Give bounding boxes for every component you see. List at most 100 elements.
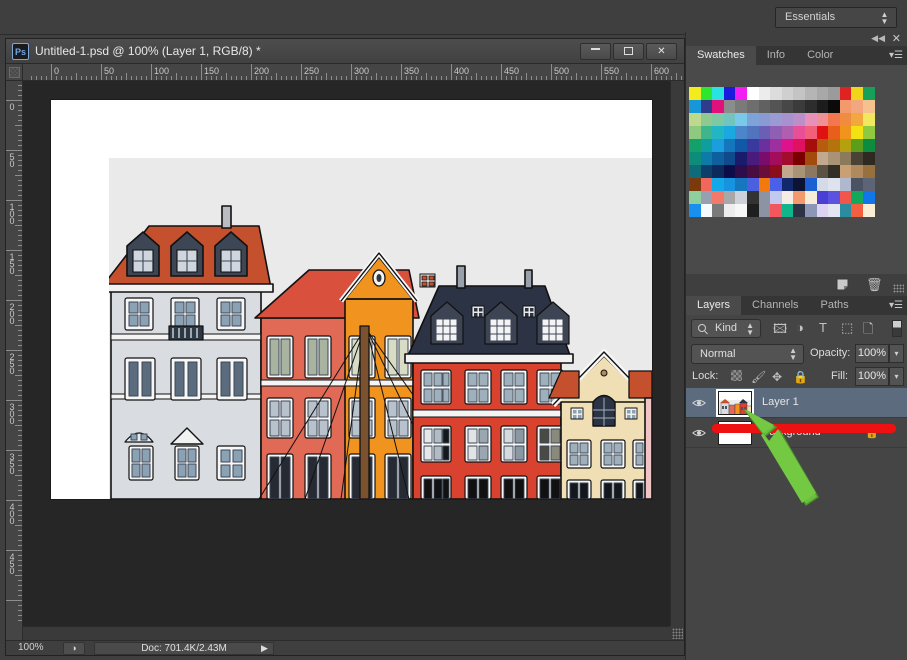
swatch[interactable] [793, 100, 805, 113]
tab-channels[interactable]: Channels [741, 296, 809, 315]
swatch[interactable] [839, 126, 852, 139]
swatch[interactable] [828, 152, 840, 165]
horizontal-ruler[interactable]: 0 50 100 150 200 250 300 350 400 450 500 550 600 [23, 64, 684, 81]
swatch[interactable] [770, 191, 782, 204]
swatch[interactable] [793, 152, 805, 165]
swatch[interactable] [735, 126, 747, 139]
swatch[interactable] [828, 165, 840, 178]
swatch[interactable] [804, 87, 817, 100]
swatch[interactable] [723, 152, 736, 165]
swatch[interactable] [712, 87, 724, 100]
swatch[interactable] [862, 113, 875, 126]
swatch[interactable] [828, 178, 840, 191]
swatch[interactable] [816, 165, 829, 178]
opacity-input[interactable]: 100% [855, 344, 889, 363]
swatch[interactable] [781, 178, 794, 191]
swatch[interactable] [793, 126, 805, 139]
tab-swatches[interactable]: Swatches [686, 46, 756, 65]
swatch[interactable] [735, 139, 747, 152]
opacity-dropdown-icon[interactable]: ▾ [889, 344, 904, 363]
swatch[interactable] [851, 165, 863, 178]
swatch[interactable] [828, 100, 840, 113]
swatch[interactable] [781, 139, 794, 152]
swatch[interactable] [700, 204, 713, 217]
swatch[interactable] [770, 139, 782, 152]
resize-grip[interactable] [670, 626, 684, 640]
swatch[interactable] [816, 139, 829, 152]
swatch[interactable] [851, 139, 863, 152]
swatch[interactable] [689, 191, 701, 204]
swatch[interactable] [723, 87, 736, 100]
shape-layer-icon[interactable]: ⬚ [841, 320, 853, 336]
swatch[interactable] [862, 178, 875, 191]
swatch[interactable] [700, 87, 713, 100]
maximize-button[interactable] [613, 43, 644, 60]
swatch[interactable] [781, 126, 794, 139]
swatch[interactable] [735, 204, 747, 217]
lock-transparency-icon[interactable] [731, 370, 742, 381]
document-info[interactable]: Doc: 701.4K/2.43M [94, 642, 274, 655]
swatch[interactable] [828, 191, 840, 204]
swatch[interactable] [839, 191, 852, 204]
swatch[interactable] [816, 204, 829, 217]
swatch[interactable] [758, 152, 771, 165]
horizontal-scrollbar[interactable] [23, 626, 670, 640]
swatch[interactable] [770, 100, 782, 113]
swatch[interactable] [712, 126, 724, 139]
swatch[interactable] [851, 191, 863, 204]
swatch[interactable] [758, 126, 771, 139]
swatch[interactable] [700, 191, 713, 204]
swatch[interactable] [804, 204, 817, 217]
swatch[interactable] [828, 113, 840, 126]
swatch[interactable] [828, 87, 840, 100]
swatch-grid[interactable] [689, 87, 876, 217]
lock-all-icon[interactable]: 🔒 [793, 370, 808, 384]
trash-icon[interactable]: 🗑 [866, 277, 883, 293]
swatch[interactable] [862, 87, 875, 100]
swatch[interactable] [758, 165, 771, 178]
swatch[interactable] [735, 178, 747, 191]
swatch[interactable] [770, 126, 782, 139]
swatch[interactable] [746, 152, 759, 165]
lock-image-icon[interactable]: 🖌 [751, 370, 766, 384]
swatch[interactable] [723, 178, 736, 191]
minimize-button[interactable] [580, 43, 611, 60]
swatch[interactable] [700, 178, 713, 191]
swatch[interactable] [689, 100, 701, 113]
swatch[interactable] [712, 100, 724, 113]
swatch[interactable] [793, 165, 805, 178]
document-info-expand-arrow[interactable]: ▶ [261, 643, 268, 654]
swatch[interactable] [758, 113, 771, 126]
swatch[interactable] [758, 87, 771, 100]
collapse-panels-icon[interactable]: ◀◀ [871, 33, 885, 44]
swatch[interactable] [700, 139, 713, 152]
vertical-ruler[interactable]: 0 50 100 150 200 250 300 350 400 450 [6, 81, 23, 655]
swatch[interactable] [700, 165, 713, 178]
swatch[interactable] [723, 204, 736, 217]
swatch[interactable] [804, 152, 817, 165]
filter-toggle-icon[interactable] [892, 320, 902, 337]
swatch[interactable] [689, 113, 701, 126]
canvas-viewport[interactable] [23, 81, 670, 626]
swatch[interactable] [746, 87, 759, 100]
swatch[interactable] [816, 87, 829, 100]
pixel-layer-icon[interactable]: 🖾 [773, 320, 787, 342]
swatch[interactable] [793, 178, 805, 191]
close-button[interactable]: ✕ [646, 43, 677, 60]
swatch[interactable] [804, 126, 817, 139]
swatch[interactable] [862, 152, 875, 165]
tab-info[interactable]: Info [756, 46, 796, 65]
new-layer-icon[interactable] [836, 278, 849, 291]
swatch[interactable] [781, 152, 794, 165]
swatch[interactable] [689, 178, 701, 191]
workspace-selector[interactable]: Essentials ▲ ▼ [775, 7, 897, 28]
fill-dropdown-icon[interactable]: ▾ [889, 367, 904, 386]
swatch[interactable] [793, 87, 805, 100]
eye-icon[interactable] [692, 397, 706, 409]
swatch[interactable] [746, 113, 759, 126]
swatch[interactable] [839, 204, 852, 217]
swatch[interactable] [793, 113, 805, 126]
swatch[interactable] [758, 204, 771, 217]
swatch[interactable] [804, 100, 817, 113]
swatch[interactable] [828, 139, 840, 152]
